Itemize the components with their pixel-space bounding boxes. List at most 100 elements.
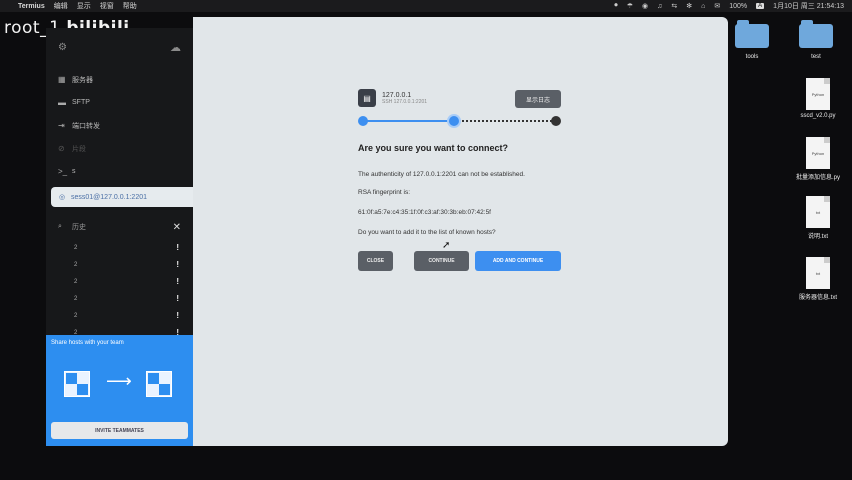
list-item-label: 2: [74, 261, 78, 268]
history-label: 历史: [72, 224, 86, 231]
host-name: 127.0.0.1: [382, 91, 412, 99]
history-search[interactable]: ⌕ 历史 ✕: [46, 215, 193, 239]
record-icon[interactable]: ⏺: [614, 2, 618, 10]
battery-percent[interactable]: 100%: [729, 3, 747, 10]
sidebar-item-servers[interactable]: ▦ 服务器: [46, 68, 193, 91]
sidebar-item-sftp[interactable]: ▬ SFTP: [46, 91, 193, 114]
desktop-file-batch[interactable]: Python 批量添加信息.py: [788, 137, 848, 181]
terminal-icon: >_: [58, 167, 68, 176]
desktop-file-serverinfo[interactable]: txt 服务器信息.txt: [788, 257, 848, 301]
progress-line-done: [362, 120, 455, 122]
dialog-title: Are you sure you want to connect?: [358, 143, 509, 153]
sidebar-item-port-forwarding[interactable]: ⇥ 端口转发: [46, 114, 193, 137]
warning-icon: !: [176, 243, 179, 252]
list-item-label: 2: [74, 295, 78, 302]
menu-bar: Termius 编辑 显示 视窗 帮助 ⏺ ☂ ◉ ♫ ⇆ ✻ ⌂ ✉ 100%…: [0, 0, 852, 12]
host-share-icon: [64, 371, 90, 397]
sidebar-item-snippets[interactable]: ⊘ 片段: [46, 137, 193, 160]
list-item[interactable]: 2!: [46, 239, 193, 256]
folder-icon: [735, 20, 769, 48]
continue-button[interactable]: CONTINUE: [414, 251, 469, 271]
circle-icon[interactable]: ◉: [642, 2, 648, 10]
sidebar-top: ⚙ ☁: [46, 28, 193, 68]
show-logs-button[interactable]: 显示日志: [515, 90, 561, 108]
add-and-continue-button[interactable]: ADD AND CONTINUE: [475, 251, 561, 271]
desktop-item-label: 说明.txt: [807, 234, 828, 240]
list-item[interactable]: 2!: [46, 290, 193, 307]
close-button[interactable]: CLOSE: [358, 251, 393, 271]
music-icon[interactable]: ♫: [657, 3, 662, 10]
desktop-file-sscd[interactable]: Python sscd_v2.0.py: [788, 78, 848, 119]
folder-icon: ▬: [58, 98, 66, 107]
list-item[interactable]: 2!: [46, 307, 193, 324]
flower-icon[interactable]: ✻: [686, 2, 692, 10]
python-file-icon: Python: [806, 78, 830, 110]
team-share-icon: [146, 371, 172, 397]
session-tab-label: sess01@127.0.0.1:2201: [71, 193, 147, 201]
fingerprint-value: 61:0f:a5:7e:c4:35:1f:0f:c3:af:30:3b:eb:0…: [358, 209, 491, 216]
desktop-folder-test[interactable]: test: [786, 20, 846, 60]
desktop-item-label: sscd_v2.0.py: [800, 113, 836, 119]
progress-line-pending: [455, 120, 555, 122]
gear-icon[interactable]: ⚙: [58, 42, 67, 53]
sidebar-item-terminal[interactable]: >_ s: [46, 160, 193, 183]
menu-edit[interactable]: 编辑: [54, 1, 68, 11]
host-header: ▤ 127.0.0.1 SSH 127.0.0.1:2201: [358, 89, 427, 107]
invite-teammates-button[interactable]: INVITE TEAMMATES: [51, 422, 188, 439]
warning-icon: !: [176, 277, 179, 286]
session-tab-active[interactable]: ◎ sess01@127.0.0.1:2201: [51, 187, 193, 207]
umbrella-icon[interactable]: ☂: [627, 2, 633, 10]
desktop-item-label: 服务器信息.txt: [798, 295, 837, 301]
sidebar-item-label: 端口转发: [72, 122, 100, 130]
add-host-question: Do you want to add it to the list of kno…: [358, 229, 496, 236]
cloud-icon[interactable]: ☁: [170, 41, 181, 54]
text-file-icon: txt: [806, 257, 830, 289]
menu-window[interactable]: 视窗: [100, 1, 114, 11]
host-subtitle: SSH 127.0.0.1:2201: [382, 98, 428, 105]
warning-icon: !: [176, 294, 179, 303]
sidebar-item-label: 服务器: [72, 76, 93, 84]
list-item[interactable]: 2!: [46, 256, 193, 273]
desktop-folder-tools[interactable]: tools: [722, 20, 782, 60]
connecting-icon: ◎: [59, 194, 66, 201]
text-file-icon: txt: [806, 196, 830, 228]
sidebar-item-label: 片段: [72, 145, 86, 153]
list-item-label: 2: [74, 244, 78, 251]
promo-text: Share hosts with your team: [51, 340, 124, 346]
list-item[interactable]: 2!: [46, 273, 193, 290]
servers-icon: ▦: [58, 75, 66, 84]
desktop-item-label: tools: [745, 54, 759, 60]
arrow-right-icon: ⟶: [106, 371, 132, 391]
host-icon: ▤: [358, 89, 376, 107]
desktop-item-label: 批量添加信息.py: [795, 175, 840, 181]
connection-progress: [358, 116, 561, 126]
list-item-label: 2: [74, 312, 78, 319]
input-method-icon[interactable]: A: [756, 3, 765, 9]
menu-app-name[interactable]: Termius: [18, 3, 45, 10]
sync-icon[interactable]: ⇆: [671, 2, 677, 10]
warning-icon: !: [176, 260, 179, 269]
menu-view[interactable]: 显示: [77, 1, 91, 11]
team-promo-panel: Share hosts with your team ⟶ INVITE TEAM…: [46, 335, 193, 446]
progress-step-3: [551, 116, 561, 126]
menu-help[interactable]: 帮助: [123, 1, 137, 11]
home-icon[interactable]: ⌂: [701, 3, 705, 10]
mouse-cursor-icon: ➚: [442, 240, 451, 251]
list-item-label: 2: [74, 278, 78, 285]
desktop-item-label: test: [811, 54, 821, 60]
close-icon[interactable]: ✕: [173, 222, 181, 233]
main-panel: ▤ 127.0.0.1 SSH 127.0.0.1:2201 显示日志 Are …: [193, 17, 728, 446]
desktop-file-readme[interactable]: txt 说明.txt: [788, 196, 848, 240]
search-icon: ⌕: [58, 223, 62, 230]
history-list: 2! 2! 2! 2! 2! 2!: [46, 239, 193, 341]
clock[interactable]: 1月10日 周三 21:54:13: [773, 1, 844, 11]
warning-icon: !: [176, 311, 179, 320]
sidebar-item-label: s: [72, 168, 76, 175]
port-forward-icon: ⇥: [58, 121, 65, 130]
authenticity-text: The authenticity of 127.0.0.1:2201 can n…: [358, 171, 525, 178]
sidebar-item-label: SFTP: [72, 99, 90, 106]
mail-icon[interactable]: ✉: [714, 2, 720, 10]
fingerprint-label: RSA fingerprint is:: [358, 189, 411, 196]
folder-icon: [799, 20, 833, 48]
snippets-icon: ⊘: [58, 144, 65, 153]
